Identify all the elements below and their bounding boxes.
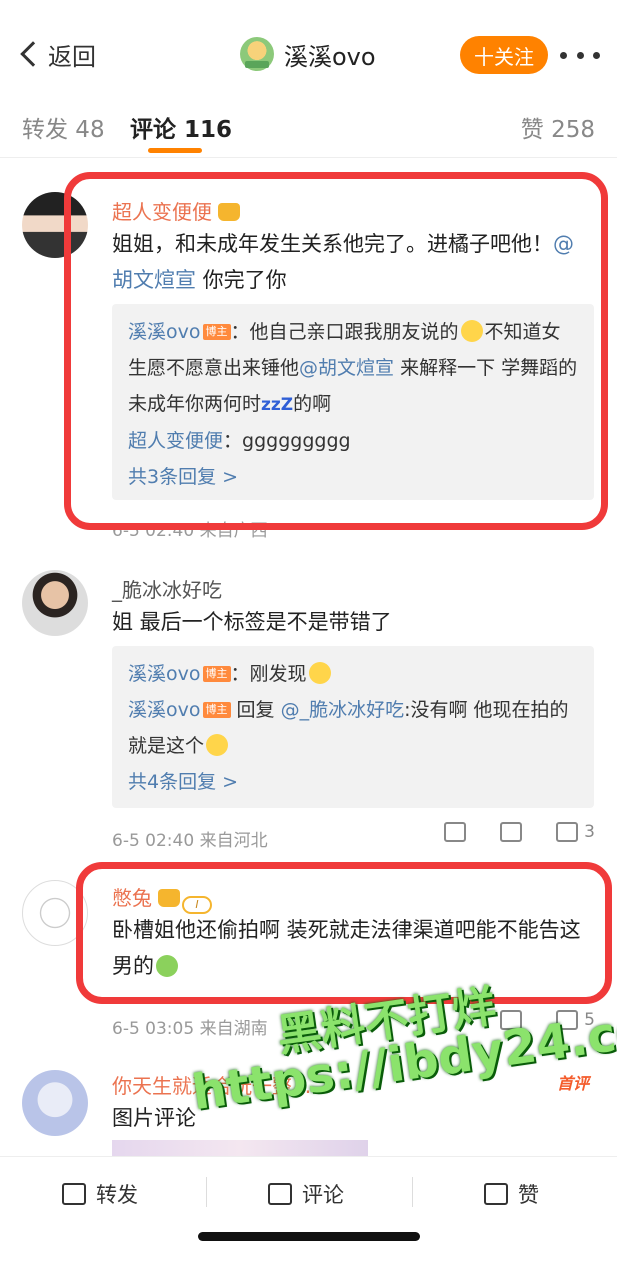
- divider: [412, 1177, 413, 1207]
- avatar[interactable]: [22, 1070, 88, 1136]
- chevron-left-icon: [20, 41, 46, 67]
- mention-link[interactable]: @_脆冰冰好吃: [281, 699, 405, 721]
- emoji-icon: [206, 734, 229, 756]
- tab-repost[interactable]: 转发 48: [22, 110, 105, 144]
- reply-box[interactable]: 溪溪ovo 博主 ：刚发现 溪溪ovo 博主 回复 @_脆冰冰好吃:没有啊 他现在拍的…: [112, 646, 594, 808]
- reply-item: 溪溪ovo 博主 ：刚发现: [128, 656, 578, 692]
- top-nav: 返回 溪溪ovo 十关注: [0, 0, 617, 92]
- reply-icon[interactable]: [500, 822, 523, 842]
- first-comment-badge: 首评: [556, 1074, 589, 1093]
- author-badge: 博主: [202, 666, 231, 682]
- like-count: 3: [584, 822, 595, 842]
- back-button[interactable]: 返回: [18, 36, 96, 72]
- tab-like[interactable]: 赞 258: [521, 110, 595, 144]
- page-title[interactable]: 溪溪ovo: [240, 34, 376, 74]
- comment-actions: 3: [444, 822, 595, 842]
- active-tab-indicator: [148, 148, 202, 153]
- bottom-action-bar: 转发 评论 赞: [0, 1156, 617, 1280]
- divider: [206, 1177, 207, 1207]
- comment-button[interactable]: 评论: [268, 1179, 344, 1209]
- reply-username[interactable]: 溪溪ovo: [128, 663, 201, 685]
- comment-meta: 6-5 03:05 来自湖南: [112, 1019, 268, 1039]
- highlight-box: [64, 172, 608, 530]
- thumbs-up-icon: [484, 1183, 508, 1205]
- comment-meta: 6-5 02:40 来自河北: [112, 831, 268, 851]
- highlight-box: [76, 862, 612, 1004]
- author-badge: 博主: [202, 702, 231, 718]
- emoji-icon: [308, 662, 331, 684]
- repost-button[interactable]: 转发: [62, 1179, 138, 1209]
- like-button[interactable]: 赞: [484, 1179, 539, 1209]
- more-options-icon[interactable]: [560, 40, 600, 70]
- like-action[interactable]: 3: [556, 822, 595, 842]
- comment-text: 图片评论: [112, 1106, 196, 1130]
- avatar[interactable]: [22, 570, 88, 636]
- share-icon[interactable]: [444, 822, 467, 842]
- repost-icon: [62, 1183, 86, 1205]
- more-replies-link[interactable]: 共4条回复 >: [128, 764, 578, 800]
- reply-item: 溪溪ovo 博主 回复 @_脆冰冰好吃:没有啊 他现在拍的就是这个: [128, 699, 569, 757]
- comment-text: 姐 最后一个标签是不是带错了: [112, 610, 392, 634]
- comment-icon: [268, 1183, 292, 1205]
- tab-bar: 转发 48 评论 116 赞 258: [0, 92, 617, 158]
- home-indicator: [198, 1232, 420, 1241]
- reply-username[interactable]: 溪溪ovo: [128, 699, 201, 721]
- author-name: 溪溪ovo: [284, 42, 376, 71]
- follow-button[interactable]: 十关注: [460, 36, 548, 74]
- comment-username[interactable]: _脆冰冰好吃: [112, 574, 222, 603]
- thumbs-up-icon: [556, 822, 579, 842]
- tab-comment[interactable]: 评论 116: [130, 110, 232, 144]
- author-avatar[interactable]: [240, 37, 274, 71]
- back-label: 返回: [48, 42, 96, 71]
